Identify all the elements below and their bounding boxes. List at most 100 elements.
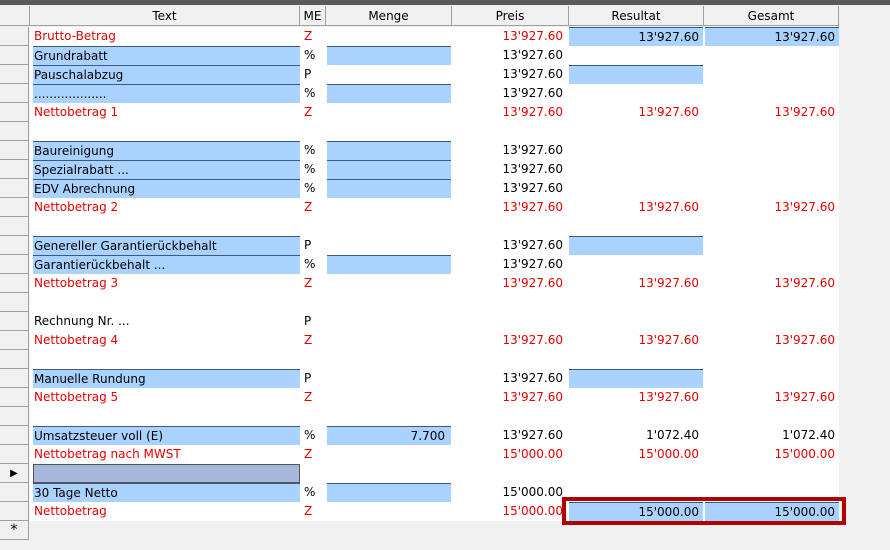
resultat-cell[interactable] — [569, 179, 703, 198]
text-cell[interactable] — [33, 464, 300, 483]
row-selector[interactable] — [0, 84, 29, 103]
menge-cell[interactable] — [327, 331, 451, 350]
resultat-cell[interactable] — [569, 141, 703, 160]
text-cell[interactable]: Umsatzsteuer voll (E) — [33, 426, 300, 445]
column-header-me[interactable]: ME — [300, 6, 326, 26]
resultat-cell[interactable]: 13'927.60 — [569, 274, 703, 293]
row-selector[interactable] — [0, 407, 29, 426]
row-selector[interactable] — [0, 198, 29, 217]
table-row[interactable]: Nettobetrag nach MWST Z 15'000.00 15'000.00… — [0, 445, 839, 464]
gesamt-cell[interactable] — [705, 255, 839, 274]
preis-cell[interactable]: 13'927.60 — [453, 388, 567, 407]
resultat-cell[interactable] — [569, 236, 703, 255]
row-selector[interactable] — [0, 350, 29, 369]
text-cell[interactable]: EDV Abrechnung — [33, 179, 300, 198]
me-cell[interactable]: P — [303, 369, 325, 388]
row-selector[interactable] — [0, 46, 29, 65]
me-cell[interactable]: % — [303, 84, 325, 103]
gesamt-cell[interactable] — [705, 369, 839, 388]
preis-cell[interactable]: 13'927.60 — [453, 84, 567, 103]
preis-cell[interactable]: 13'927.60 — [453, 236, 567, 255]
row-selector[interactable] — [0, 141, 29, 160]
preis-cell[interactable]: 13'927.60 — [453, 103, 567, 122]
preis-cell[interactable] — [453, 293, 567, 312]
text-cell[interactable]: Nettobetrag 2 — [33, 198, 300, 217]
me-cell[interactable] — [303, 464, 325, 483]
row-selector[interactable] — [0, 369, 29, 388]
gesamt-cell[interactable]: 13'927.60 — [705, 103, 839, 122]
table-row[interactable]: Nettobetrag 4 Z 13'927.60 13'927.60 13'927.6… — [0, 331, 839, 350]
gesamt-cell[interactable] — [705, 407, 839, 426]
text-cell[interactable]: Nettobetrag nach MWST — [33, 445, 300, 464]
menge-cell[interactable] — [327, 350, 451, 369]
row-selector[interactable] — [0, 274, 29, 293]
me-cell[interactable]: % — [303, 46, 325, 65]
gesamt-cell[interactable]: 13'927.60 — [705, 274, 839, 293]
menge-cell[interactable] — [327, 407, 451, 426]
table-row[interactable]: Rechnung Nr. ... P — [0, 312, 839, 331]
menge-cell[interactable] — [327, 217, 451, 236]
row-selector[interactable] — [0, 483, 29, 502]
text-cell[interactable]: Nettobetrag 1 — [33, 103, 300, 122]
text-cell[interactable] — [33, 122, 300, 141]
column-header-preis[interactable]: Preis — [452, 6, 569, 26]
gesamt-cell[interactable]: 15'000.00 — [705, 445, 839, 464]
menge-cell[interactable] — [327, 103, 451, 122]
me-cell[interactable]: Z — [303, 27, 325, 46]
row-selector[interactable] — [0, 293, 29, 312]
preis-cell[interactable]: 13'927.60 — [453, 160, 567, 179]
row-selector[interactable] — [0, 388, 29, 407]
menge-cell[interactable] — [327, 293, 451, 312]
menge-cell[interactable] — [327, 312, 451, 331]
menge-cell[interactable] — [327, 255, 451, 274]
preis-cell[interactable]: 15'000.00 — [453, 445, 567, 464]
me-cell[interactable] — [303, 122, 325, 141]
menge-cell[interactable] — [327, 84, 451, 103]
text-cell[interactable]: Spezialrabatt ... — [33, 160, 300, 179]
row-selector[interactable] — [0, 236, 29, 255]
gesamt-cell[interactable] — [705, 46, 839, 65]
resultat-cell[interactable] — [569, 84, 703, 103]
menge-cell[interactable] — [327, 274, 451, 293]
gesamt-cell[interactable] — [705, 312, 839, 331]
table-row[interactable]: Grundrabatt% 13'927.60 — [0, 46, 839, 65]
text-cell[interactable] — [33, 350, 300, 369]
menge-cell[interactable] — [327, 122, 451, 141]
table-row[interactable]: ▶ — [0, 464, 839, 483]
me-cell[interactable] — [303, 407, 325, 426]
me-cell[interactable] — [303, 350, 325, 369]
row-selector[interactable] — [0, 160, 29, 179]
column-header-menge[interactable]: Menge — [326, 6, 452, 26]
resultat-cell[interactable]: 1'072.40 — [569, 426, 703, 445]
table-row[interactable] — [0, 350, 839, 369]
resultat-cell[interactable]: 13'927.60 — [569, 103, 703, 122]
table-row[interactable]: Genereller Garantierückbehalt P 13'927.60 — [0, 236, 839, 255]
me-cell[interactable]: P — [303, 65, 325, 84]
menge-cell[interactable] — [327, 46, 451, 65]
resultat-cell[interactable] — [569, 122, 703, 141]
row-selector[interactable] — [0, 217, 29, 236]
preis-cell[interactable]: 13'927.60 — [453, 426, 567, 445]
row-selector[interactable] — [0, 331, 29, 350]
menge-cell[interactable] — [327, 388, 451, 407]
row-selector[interactable] — [0, 445, 29, 464]
text-cell[interactable]: Grundrabatt — [33, 46, 300, 65]
text-cell[interactable]: Genereller Garantierückbehalt — [33, 236, 300, 255]
me-cell[interactable]: % — [303, 255, 325, 274]
preis-cell[interactable]: 13'927.60 — [453, 46, 567, 65]
preis-cell[interactable] — [453, 312, 567, 331]
me-cell[interactable]: % — [303, 483, 325, 502]
resultat-cell[interactable] — [569, 369, 703, 388]
current-row-indicator[interactable]: ▶ — [0, 464, 29, 483]
resultat-cell[interactable]: 15'000.00 — [569, 445, 703, 464]
resultat-cell[interactable] — [569, 464, 703, 483]
menge-cell[interactable] — [327, 198, 451, 217]
menge-cell[interactable] — [327, 236, 451, 255]
preis-cell[interactable] — [453, 407, 567, 426]
preis-cell[interactable]: 13'927.60 — [453, 369, 567, 388]
table-row[interactable]: Spezialrabatt ...% 13'927.60 — [0, 160, 839, 179]
column-header-resultat[interactable]: Resultat — [569, 6, 704, 26]
preis-cell[interactable] — [453, 122, 567, 141]
gesamt-cell[interactable]: 13'927.60 — [705, 331, 839, 350]
me-cell[interactable]: Z — [303, 388, 325, 407]
